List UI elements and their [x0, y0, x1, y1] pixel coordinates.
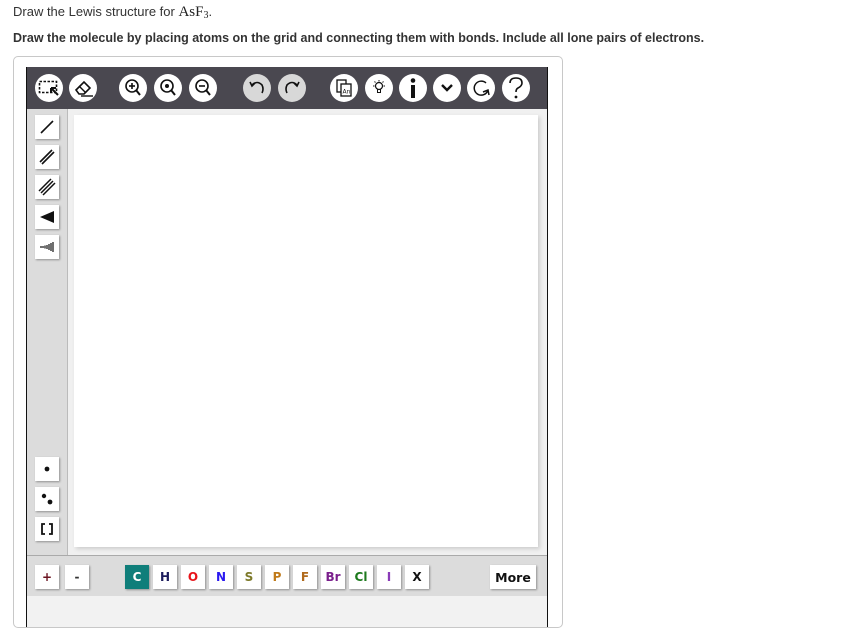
info-button[interactable]	[399, 74, 427, 102]
reset-button[interactable]	[467, 74, 495, 102]
element-button-i[interactable]: I	[377, 565, 401, 589]
eraser-tool-button[interactable]	[69, 74, 97, 102]
redo-icon	[285, 81, 300, 94]
triple-bond-button[interactable]	[35, 175, 59, 199]
canvas-area	[68, 109, 547, 555]
molecule-editor: An + - C H O N S P F Br Cl I X More	[26, 67, 548, 627]
charge-plus-button[interactable]: +	[35, 565, 59, 589]
lone-pair-icon	[41, 493, 53, 505]
double-bond-icon	[39, 149, 55, 165]
templates-button[interactable]: An	[330, 74, 358, 102]
element-button-h[interactable]: H	[153, 565, 177, 589]
help-button[interactable]	[502, 74, 530, 102]
element-button-f[interactable]: F	[293, 565, 317, 589]
template-copy-icon: An	[336, 79, 352, 97]
zoom-in-button[interactable]	[119, 74, 147, 102]
select-tool-button[interactable]	[35, 74, 63, 102]
question-prompt: Draw the Lewis structure for AsF3.	[13, 4, 213, 21]
more-elements-button[interactable]: More	[490, 565, 536, 589]
zoom-reset-icon	[160, 79, 176, 96]
marquee-select-icon	[38, 80, 59, 96]
drawing-canvas[interactable]	[74, 115, 538, 547]
info-icon	[410, 78, 416, 98]
undo-button[interactable]	[243, 74, 271, 102]
element-button-p[interactable]: P	[265, 565, 289, 589]
double-bond-button[interactable]	[35, 145, 59, 169]
hash-bond-icon	[40, 242, 54, 252]
zoom-out-button[interactable]	[189, 74, 217, 102]
single-bond-button[interactable]	[35, 115, 59, 139]
editor-toolbar: An	[27, 67, 547, 109]
radical-button[interactable]	[35, 457, 59, 481]
single-bond-icon	[40, 120, 54, 134]
expand-button[interactable]	[433, 74, 461, 102]
element-button-c[interactable]: C	[125, 565, 149, 589]
element-button-cl[interactable]: Cl	[349, 565, 373, 589]
bond-tools-sidebar	[27, 109, 68, 555]
refresh-icon	[473, 80, 490, 96]
molecule-formula: AsF3	[178, 4, 209, 21]
editor-footer	[27, 596, 547, 627]
element-button-br[interactable]: Br	[321, 565, 345, 589]
zoom-in-icon	[125, 79, 141, 96]
svg-text:An: An	[343, 89, 351, 96]
lone-pair-button[interactable]	[35, 487, 59, 511]
question-instruction: Draw the molecule by placing atoms on th…	[13, 31, 705, 45]
redo-button[interactable]	[278, 74, 306, 102]
question-prefix: Draw the Lewis structure for	[13, 4, 179, 19]
chevron-down-icon	[441, 84, 453, 92]
hint-button[interactable]	[365, 74, 393, 102]
hash-bond-button[interactable]	[35, 235, 59, 259]
atom-toolbar: + - C H O N S P F Br Cl I X More	[27, 555, 547, 596]
wedge-bond-button[interactable]	[35, 205, 59, 229]
triple-bond-icon	[38, 178, 56, 196]
element-button-x[interactable]: X	[405, 565, 429, 589]
question-icon	[509, 77, 523, 99]
zoom-out-icon	[195, 79, 211, 96]
single-dot-icon	[44, 466, 50, 472]
lightbulb-icon	[373, 80, 385, 93]
element-button-n[interactable]: N	[209, 565, 233, 589]
element-button-s[interactable]: S	[237, 565, 261, 589]
brackets-button[interactable]	[35, 517, 59, 541]
charge-minus-button[interactable]: -	[65, 565, 89, 589]
zoom-reset-button[interactable]	[154, 74, 182, 102]
element-button-o[interactable]: O	[181, 565, 205, 589]
undo-icon	[249, 81, 264, 94]
brackets-icon	[41, 523, 53, 535]
eraser-icon	[74, 80, 93, 97]
wedge-bond-icon	[40, 211, 54, 223]
